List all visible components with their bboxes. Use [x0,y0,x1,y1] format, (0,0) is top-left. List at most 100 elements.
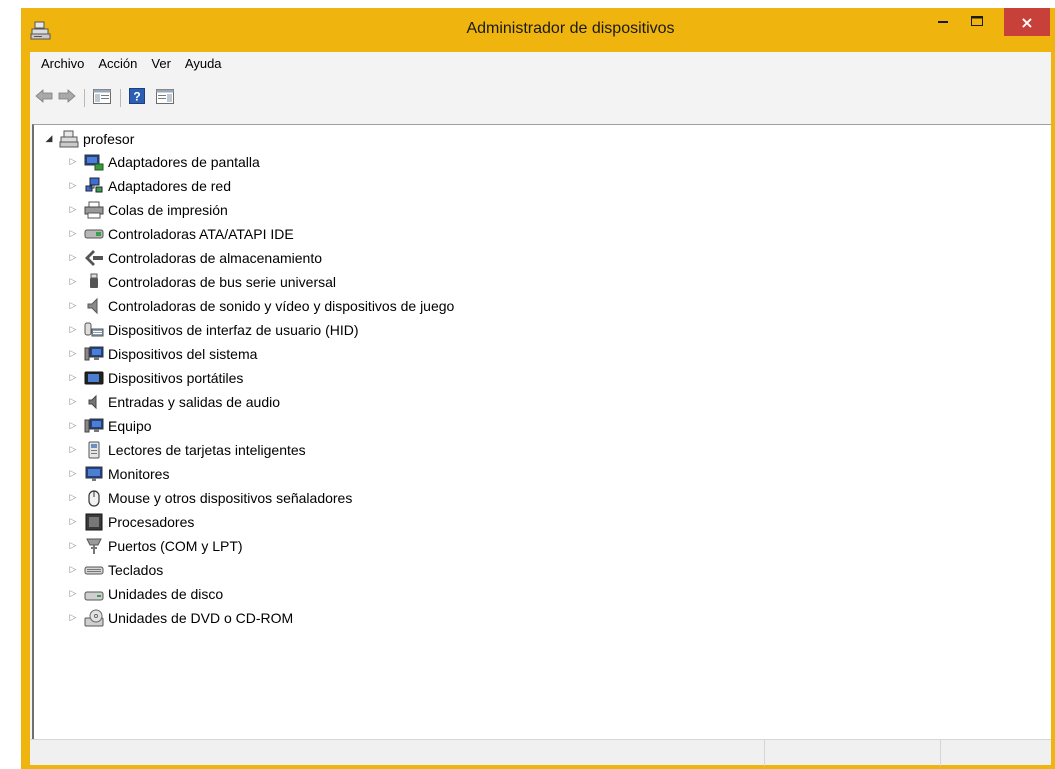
tree-item-audio-io[interactable]: ▷ Entradas y salidas de audio [67,391,280,413]
title-bar[interactable]: Administrador de dispositivos × [21,8,1055,52]
tree-item-label: Dispositivos del sistema [108,346,258,362]
hid-icon [84,321,104,339]
expand-arrow-icon[interactable]: ▷ [67,420,79,432]
tree-item-label: Controladoras de bus serie universal [108,274,337,290]
tree-root[interactable]: ◢ profesor [43,129,134,149]
tree-item-label: Adaptadores de pantalla [108,154,260,170]
status-bar [30,739,1051,766]
close-button[interactable]: × [1004,8,1050,36]
tree-item-print-queues[interactable]: ▷ Colas de impresión [67,199,228,221]
expand-arrow-icon[interactable]: ▷ [67,324,79,336]
tree-item-label: Controladoras ATA/ATAPI IDE [108,226,294,242]
expand-arrow-icon[interactable]: ▷ [67,612,79,624]
tree-item-disk-drives[interactable]: ▷ Unidades de disco [67,583,224,605]
expand-arrow-icon[interactable]: ▷ [67,468,79,480]
expand-arrow-icon[interactable]: ▷ [67,516,79,528]
menu-ver[interactable]: Ver [144,54,178,73]
tree-item-label: Dispositivos portátiles [108,370,244,386]
toolbar-separator [84,89,85,107]
expand-arrow-icon[interactable]: ▷ [67,252,79,264]
tree-item-hid[interactable]: ▷ Dispositivos de interfaz de usuario (H… [67,319,359,341]
maximize-icon [971,15,983,30]
audio-icon [84,393,104,411]
tree-item-network-adapters[interactable]: ▷ Adaptadores de red [67,175,231,197]
tree-item-label: Puertos (COM y LPT) [108,538,243,554]
expand-arrow-icon[interactable]: ▷ [67,492,79,504]
tree-item-label: Monitores [108,466,170,482]
client-area: Archivo Acción Ver Ayuda ? ◢ profesor ▷ … [30,52,1051,766]
tree-item-label: Entradas y salidas de audio [108,394,280,410]
forward-button[interactable] [57,89,77,107]
tree-item-display-adapters[interactable]: ▷ Adaptadores de pantalla [67,151,260,173]
help-icon: ? [129,88,145,108]
tree-item-label: Dispositivos de interfaz de usuario (HID… [108,322,359,338]
expand-arrow-icon[interactable]: ▷ [67,588,79,600]
menu-archivo[interactable]: Archivo [34,54,91,73]
expand-arrow-icon[interactable]: ▷ [67,564,79,576]
display-adapter-icon [84,153,104,171]
disk-drive-icon [84,585,104,603]
tree-item-ports[interactable]: ▷ Puertos (COM y LPT) [67,535,243,557]
tree-item-label: Adaptadores de red [108,178,231,194]
menu-accion[interactable]: Acción [91,54,144,73]
smart-card-icon [84,441,104,459]
expand-arrow-icon[interactable]: ▷ [67,396,79,408]
tree-item-sound-video-game[interactable]: ▷ Controladoras de sonido y vídeo y disp… [67,295,454,317]
expand-arrow-icon[interactable]: ▷ [67,300,79,312]
maximize-button[interactable] [963,8,991,36]
toolbar: ? [30,83,1051,113]
show-hide-console-tree-button[interactable] [91,88,113,108]
tree-item-processors[interactable]: ▷ Procesadores [67,511,194,533]
expand-arrow-icon[interactable]: ▷ [67,156,79,168]
port-icon [84,537,104,555]
tree-item-smart-card-readers[interactable]: ▷ Lectores de tarjetas inteligentes [67,439,306,461]
ide-controller-icon [84,225,104,243]
tree-item-computer[interactable]: ▷ Equipo [67,415,152,437]
keyboard-icon [84,561,104,579]
tree-item-ide-controllers[interactable]: ▷ Controladoras ATA/ATAPI IDE [67,223,294,245]
device-manager-window: Administrador de dispositivos × Archivo … [21,8,1055,769]
close-icon: × [1020,12,1034,32]
tree-item-system-devices[interactable]: ▷ Dispositivos del sistema [67,343,258,365]
menu-ayuda[interactable]: Ayuda [178,54,229,73]
tree-item-label: Controladoras de sonido y vídeo y dispos… [108,298,455,314]
expand-arrow-icon[interactable]: ▷ [67,276,79,288]
tree-item-label: Unidades de disco [108,586,224,602]
tree-item-label: Teclados [108,562,164,578]
expand-arrow-icon[interactable]: ▷ [67,180,79,192]
tree-item-portable-devices[interactable]: ▷ Dispositivos portátiles [67,367,244,389]
tree-item-label: Colas de impresión [108,202,228,218]
back-arrow-icon [35,89,53,107]
toolbar-separator [120,89,121,107]
monitor-icon [84,465,104,483]
expand-arrow-icon[interactable]: ▷ [67,204,79,216]
expand-arrow-icon[interactable]: ▷ [67,372,79,384]
tree-item-label: Mouse y otros dispositivos señaladores [108,490,353,506]
speaker-icon [84,297,104,315]
status-bar-pane [764,740,940,766]
collapse-arrow-icon[interactable]: ◢ [43,133,55,145]
portable-device-icon [84,369,104,387]
help-button[interactable]: ? [126,88,148,108]
usb-icon [84,273,104,291]
back-button[interactable] [34,89,54,107]
tree-item-keyboards[interactable]: ▷ Teclados [67,559,164,581]
expand-arrow-icon[interactable]: ▷ [67,348,79,360]
expand-arrow-icon[interactable]: ▷ [67,228,79,240]
desktop-background [0,0,1055,8]
device-tree[interactable]: ◢ profesor ▷ Adaptadores de pantalla ▷ A… [32,124,1051,739]
tree-item-usb-controllers[interactable]: ▷ Controladoras de bus serie universal [67,271,336,293]
expand-arrow-icon[interactable]: ▷ [67,540,79,552]
tree-item-storage-controllers[interactable]: ▷ Controladoras de almacenamiento [67,247,322,269]
mouse-icon [84,489,104,507]
action-pane-button[interactable] [154,88,176,108]
expand-arrow-icon[interactable]: ▷ [67,444,79,456]
tree-item-mice[interactable]: ▷ Mouse y otros dispositivos señaladores [67,487,352,509]
minimize-button[interactable] [929,8,957,36]
tree-item-monitors[interactable]: ▷ Monitores [67,463,170,485]
action-pane-icon [156,88,174,108]
minimize-icon [938,15,948,30]
system-device-icon [84,345,104,363]
tree-item-dvd-cdrom[interactable]: ▷ Unidades de DVD o CD-ROM [67,607,293,629]
show-hide-console-tree-icon [93,88,111,108]
